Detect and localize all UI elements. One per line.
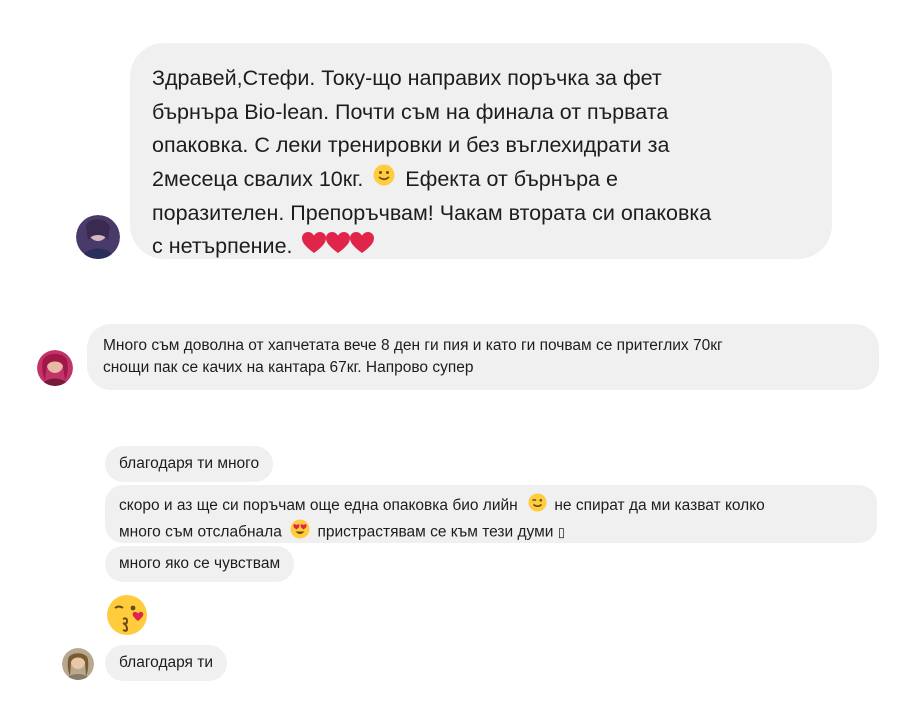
message-line: много съм отслабнала пристрастявам се къ… (119, 519, 863, 546)
red-heart-icon (350, 231, 375, 265)
message-line: Здравей,Стефи. Току-що направих поръчка … (152, 66, 662, 90)
message-line: опаковка. С леки тренировки и без въглех… (152, 133, 670, 157)
heart-eyes-face-icon (290, 519, 310, 546)
message-bubble[interactable]: благодаря ти много (105, 446, 274, 482)
slightly-smiling-face-icon (373, 163, 395, 197)
message-text: благодаря ти (119, 654, 214, 671)
face-blowing-kiss-icon[interactable] (106, 594, 148, 641)
avatar[interactable] (76, 215, 120, 259)
message-line: 2месеца свалих 10кг. Ефекта от бърнъра е (152, 163, 810, 197)
message-bubble[interactable]: Здравей,Стефи. Току-що направих поръчка … (130, 43, 832, 259)
message-text: 2месеца свалих 10кг. (152, 166, 364, 191)
message-line: скоро и аз ще си поръчам още една опаков… (119, 493, 863, 519)
message-text: много съм отслабнала (119, 523, 282, 541)
avatar[interactable] (62, 648, 94, 680)
message-text: много яко се чувствам (119, 555, 281, 572)
message-text: благодаря ти много (119, 455, 260, 472)
message-line: Много съм доволна от хапчетата вече 8 де… (103, 337, 723, 354)
message-line: поразителен. Препоръчвам! Чакам втората … (152, 200, 712, 225)
message-line: снощи пак се качих на кантара 67кг. Напр… (103, 359, 474, 376)
message-bubble[interactable]: много яко се чувствам (105, 546, 295, 582)
winking-face-icon (528, 493, 547, 519)
message-text: не спират да ми казват колко (554, 497, 765, 515)
hearts (302, 231, 375, 258)
message-text: пристрастявам се към тези думи (317, 523, 554, 541)
red-heart-icon (302, 231, 327, 265)
message-text: скоро и аз ще си поръчам още една опаков… (119, 497, 518, 515)
unsupported-glyph: ▯ (557, 525, 565, 541)
message-bubble[interactable]: Много съм доволна от хапчетата вече 8 де… (87, 324, 879, 390)
message-text: Ефекта от бърнъра е (405, 166, 618, 191)
message-text: с нетърпение. (152, 234, 293, 259)
message-line: бърнъра Bio-lean. Почти съм на финала от… (152, 99, 669, 124)
message-line: с нетърпение. (152, 230, 810, 264)
message-bubble[interactable]: благодаря ти (105, 645, 228, 681)
avatar[interactable] (37, 350, 73, 386)
red-heart-icon (326, 231, 351, 265)
message-bubble[interactable]: скоро и аз ще си поръчам още една опаков… (105, 485, 877, 543)
